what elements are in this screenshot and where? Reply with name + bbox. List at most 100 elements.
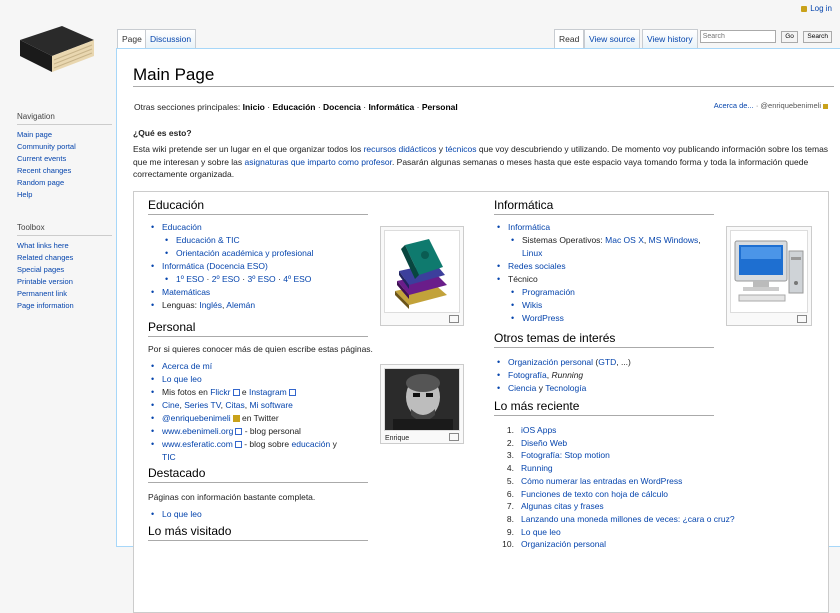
series-link[interactable]: Series TV (184, 400, 220, 410)
educacion-tag-link[interactable]: educación (291, 439, 330, 449)
ellipsis-text: , ... (616, 357, 629, 367)
sidebar-item-random-page[interactable]: Random page (17, 178, 64, 187)
destacado-intro: Páginas con información bastante complet… (148, 492, 316, 502)
macos-link[interactable]: Mac OS X (605, 235, 644, 245)
software-link[interactable]: Mi software (249, 400, 292, 410)
edu-tic-link[interactable]: Educación & TIC (176, 235, 240, 245)
sidebar-item-special-pages[interactable]: Special pages (17, 265, 64, 274)
sidebar-item-current-events[interactable]: Current events (17, 154, 66, 163)
tab-read[interactable]: Read (554, 29, 585, 49)
login-link[interactable]: Log in (810, 4, 832, 13)
tab-discussion[interactable]: Discussion (145, 29, 197, 49)
wordpress-link[interactable]: WordPress (522, 313, 564, 323)
fotografia-link[interactable]: Fotografía (508, 370, 547, 380)
eso2-link[interactable]: 2º ESO (212, 274, 240, 284)
lock-icon (232, 415, 240, 423)
programacion-link[interactable]: Programación (522, 287, 575, 297)
aleman-link[interactable]: Alemán (226, 300, 255, 310)
ebenimeli-link[interactable]: www.ebenimeli.org (162, 426, 233, 436)
redes-sociales-link[interactable]: Redes sociales (508, 261, 566, 271)
tecnicos-link[interactable]: técnicos (445, 144, 476, 154)
orientacion-link[interactable]: Orientación académica y profesional (176, 248, 314, 258)
lo-que-leo-link[interactable]: Lo que leo (162, 374, 202, 384)
enrique-photo-thumbnail[interactable]: Enrique (380, 364, 464, 444)
acerca-de-mi-link[interactable]: Acerca de mí (162, 361, 212, 371)
list-item: Sistemas Operativos: Mac OS X, MS Window… (494, 234, 702, 260)
so-label: Sistemas Operativos: (522, 235, 606, 245)
section-informatica-link[interactable]: Informática (368, 102, 414, 112)
tecnologia-link[interactable]: Tecnología (545, 383, 586, 393)
enlarge-icon[interactable] (797, 315, 807, 323)
section-personal-link[interactable]: Personal (422, 102, 458, 112)
search-input[interactable] (699, 30, 776, 43)
sidebar-item-page-information[interactable]: Page information (17, 301, 74, 310)
about-link[interactable]: Acerca de... (714, 101, 754, 110)
sidebar-item-printable-version[interactable]: Printable version (17, 277, 73, 286)
tic-link[interactable]: TIC (162, 452, 176, 462)
twitter-user-link[interactable]: @enriquebenimeli (162, 413, 231, 423)
item-number: 8. (506, 513, 514, 524)
linux-link[interactable]: Linux (522, 248, 542, 258)
recent-link[interactable]: Organización personal (521, 539, 606, 549)
esferatic-link[interactable]: www.esferatic.com (162, 439, 233, 449)
recent-link[interactable]: iOS Apps (521, 425, 556, 435)
books-thumbnail[interactable] (380, 226, 464, 326)
eso4-link[interactable]: 4º ESO (283, 274, 311, 284)
recent-link[interactable]: Funciones de texto con hoja de cálculo (521, 489, 668, 499)
asignaturas-link[interactable]: asignaturas que imparto como profesor (245, 157, 392, 167)
ingles-link[interactable]: Inglés (199, 300, 222, 310)
org-personal-link[interactable]: Organización personal (508, 357, 593, 367)
item-number: 6. (506, 488, 514, 499)
enlarge-icon[interactable] (449, 433, 459, 441)
tab-view-history[interactable]: View history (642, 29, 698, 49)
recent-link[interactable]: Running (521, 463, 553, 473)
photo-caption: Enrique (385, 435, 410, 442)
educacion-link[interactable]: Educación (162, 222, 202, 232)
sidebar-item-community-portal[interactable]: Community portal (17, 142, 76, 151)
sidebar-item-related-changes[interactable]: Related changes (17, 253, 73, 262)
recent-link[interactable]: Algunas citas y frases (521, 501, 604, 511)
sidebar-item-permanent-link[interactable]: Permanent link (17, 289, 67, 298)
sidebar-item-help[interactable]: Help (17, 190, 32, 199)
recent-link[interactable]: Lo que leo (521, 527, 561, 537)
destacado-lo-que-leo-link[interactable]: Lo que leo (162, 509, 202, 519)
wikis-link[interactable]: Wikis (522, 300, 542, 310)
eso1-link[interactable]: 1º ESO (176, 274, 204, 284)
flickr-link[interactable]: Flickr (210, 387, 230, 397)
ms-windows-link[interactable]: MS Windows (649, 235, 699, 245)
recent-link[interactable]: Cómo numerar las entradas en WordPress (521, 476, 682, 486)
tecnico-label: Técnico (508, 274, 538, 284)
site-logo[interactable] (16, 26, 96, 76)
gtd-link[interactable]: GTD (598, 357, 616, 367)
sidebar-item-main-page[interactable]: Main page (17, 130, 52, 139)
section-docencia-link[interactable]: Docencia (323, 102, 361, 112)
list-item: www.ebenimeli.org - blog personal (148, 425, 352, 438)
section-educacion-link[interactable]: Educación (272, 102, 315, 112)
cine-link[interactable]: Cine (162, 400, 179, 410)
sidebar-item-what-links-here[interactable]: What links here (17, 241, 69, 250)
separator-dot: · (242, 274, 246, 284)
ciencia-link[interactable]: Ciencia (508, 383, 536, 393)
informatica-eso-link[interactable]: Informática (Docencia ESO) (162, 261, 268, 271)
computer-thumbnail[interactable] (726, 226, 812, 326)
navigation-portal: Navigation Main page Community portal Cu… (17, 112, 112, 201)
tab-view-source[interactable]: View source (584, 29, 641, 49)
eso3-link[interactable]: 3º ESO (248, 274, 276, 284)
instagram-link[interactable]: Instagram (249, 387, 287, 397)
lock-icon (823, 103, 828, 109)
informatica-link[interactable]: Informática (508, 222, 550, 232)
recent-link[interactable]: Fotografía: Stop motion (521, 450, 610, 460)
enlarge-icon[interactable] (449, 315, 459, 323)
item-number: 1. (506, 425, 514, 435)
search-button[interactable]: Search (803, 30, 832, 43)
go-button[interactable]: Go (781, 30, 798, 43)
recursos-didacticos-link[interactable]: recursos didácticos (364, 144, 437, 154)
sidebar-item-recent-changes[interactable]: Recent changes (17, 166, 71, 175)
matematicas-link[interactable]: Matemáticas (162, 287, 210, 297)
recent-link[interactable]: Lanzando una moneda millones de veces: ¿… (521, 514, 735, 524)
list-item: 2. Diseño Web (494, 437, 735, 450)
twitter-user[interactable]: @enriquebenimeli (760, 101, 821, 110)
tab-page[interactable]: Page (117, 29, 147, 49)
recent-link[interactable]: Diseño Web (521, 438, 567, 448)
citas-link[interactable]: Citas (225, 400, 244, 410)
